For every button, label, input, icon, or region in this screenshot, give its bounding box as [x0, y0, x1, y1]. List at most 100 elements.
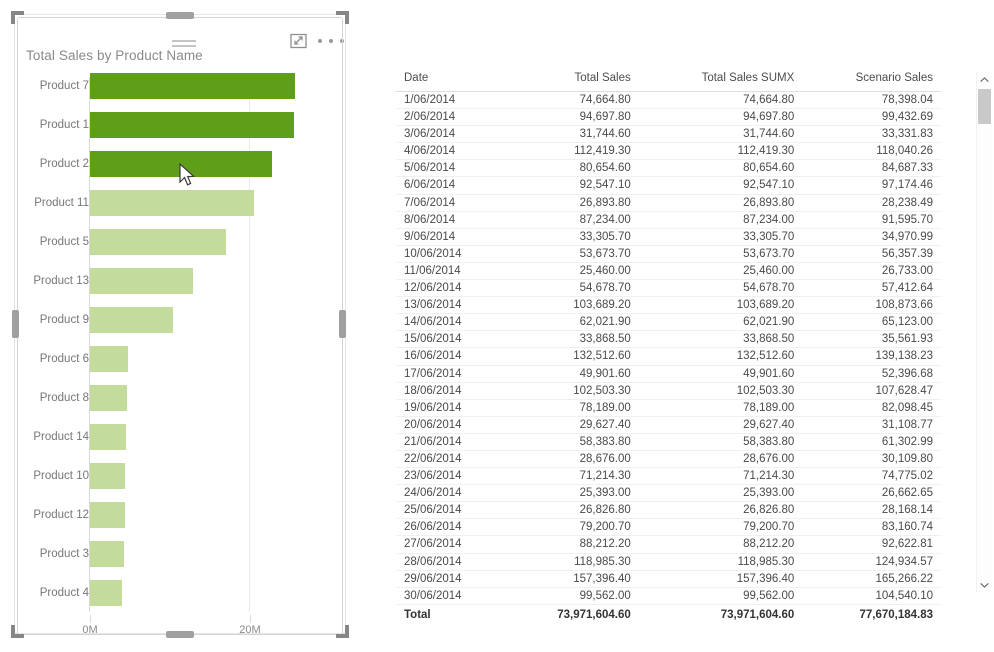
bar-row[interactable]: Product 8: [15, 378, 347, 417]
table-row[interactable]: 16/06/2014 132,512.60 132,512.60 139,138.23: [396, 348, 941, 365]
bar-row[interactable]: Product 13: [15, 262, 347, 301]
bar-row[interactable]: Product 9: [15, 301, 347, 340]
bar-row[interactable]: Product 4: [15, 573, 347, 612]
table-row[interactable]: 7/06/2014 26,893.80 26,893.80 28,238.49: [396, 194, 941, 212]
column-header-total-sales[interactable]: Total Sales: [509, 68, 639, 92]
table-row[interactable]: 20/06/2014 29,627.40 29,627.40 31,108.77: [396, 416, 941, 434]
cell-scenario-sales: 61,302.99: [881, 435, 933, 448]
table-row[interactable]: 2/06/2014 94,697.80 94,697.80 99,432.69: [396, 109, 941, 126]
bar[interactable]: [90, 540, 124, 567]
cell-total-sales-sumx: 132,512.60: [736, 350, 795, 363]
table-row[interactable]: 21/06/2014 58,383.80 58,383.80 61,302.99: [396, 433, 941, 451]
table-row[interactable]: 4/06/2014 112,419.30 112,419.30 118,040.26: [396, 143, 941, 160]
bar[interactable]: [90, 229, 226, 256]
table-row[interactable]: 3/06/2014 31,744.60 31,744.60 33,331.83: [396, 126, 941, 143]
table-row[interactable]: 28/06/2014 118,985.30 118,985.30 124,934.57: [396, 553, 941, 571]
bar[interactable]: [90, 190, 254, 217]
cell-total-sales-sumx: 49,901.60: [743, 367, 795, 380]
chevron-down-icon[interactable]: [977, 577, 992, 592]
cell-total-sales-sumx: 157,396.40: [736, 572, 795, 585]
cell-total-sales: 118,985.30: [574, 555, 631, 568]
bar-row[interactable]: Product 10: [15, 456, 347, 495]
bar[interactable]: [90, 73, 295, 100]
resize-handle-top[interactable]: [166, 12, 194, 19]
category-label: Product 1: [39, 119, 89, 132]
bar[interactable]: [90, 307, 174, 334]
table-row[interactable]: 15/06/2014 33,868.50 33,868.50 35,561.93: [396, 331, 941, 348]
cell-total-sales: 157,396.40: [573, 572, 631, 585]
cell-scenario-sales: 118,040.26: [876, 145, 933, 158]
table-row[interactable]: 19/06/2014 78,189.00 78,189.00 82,098.45: [396, 399, 941, 417]
cell-date: 21/06/2014: [404, 435, 462, 448]
table-row[interactable]: 24/06/2014 25,393.00 25,393.00 26,662.65: [396, 485, 941, 502]
table-row[interactable]: 5/06/2014 80,654.60 80,654.60 84,687.33: [396, 160, 941, 177]
table-row[interactable]: 6/06/2014 92,547.10 92,547.10 97,174.46: [396, 177, 941, 195]
table-row[interactable]: 10/06/2014 53,673.70 53,673.70 56,357.39: [396, 245, 941, 263]
resize-handle-bottom-right[interactable]: [336, 625, 349, 638]
resize-handle-right[interactable]: [339, 310, 346, 338]
resize-handle-top-right[interactable]: [336, 11, 349, 24]
table-row[interactable]: 9/06/2014 33,305.70 33,305.70 34,970.99: [396, 228, 941, 246]
cell-total-sales: 29,627.40: [579, 418, 631, 431]
bar-row[interactable]: Product 14: [15, 417, 347, 456]
table-row[interactable]: 23/06/2014 71,214.30 71,214.30 74,775.02: [396, 468, 941, 485]
cell-total-sales-sumx: 118,985.30: [737, 555, 795, 568]
cell-total-sales: 28,676.00: [579, 452, 631, 465]
cell-scenario-sales: 165,266.22: [875, 572, 933, 585]
cell-date: 7/06/2014: [404, 196, 456, 209]
table-row[interactable]: 8/06/2014 87,234.00 87,234.00 91,595.70: [396, 211, 941, 229]
bar[interactable]: [90, 423, 126, 450]
table-row[interactable]: 17/06/2014 49,901.60 49,901.60 52,396.68: [396, 365, 941, 383]
column-header-scenario-sales[interactable]: Scenario Sales: [802, 68, 941, 92]
table-row[interactable]: 22/06/2014 28,676.00 28,676.00 30,109.80: [396, 450, 941, 468]
table-row[interactable]: 12/06/2014 54,678.70 54,678.70 57,412.64: [396, 280, 941, 297]
bar-row[interactable]: Product 12: [15, 495, 347, 534]
bar-row[interactable]: Product 3: [15, 534, 347, 573]
table-visual[interactable]: Date Total Sales Total Sales SUMX Scenar…: [396, 68, 941, 621]
bar[interactable]: [90, 579, 122, 606]
table-row[interactable]: 1/06/2014 74,664.80 74,664.80 78,398.04: [396, 92, 941, 109]
table-row[interactable]: 27/06/2014 88,212.20 88,212.20 92,622.81: [396, 536, 941, 554]
plot-area[interactable]: Product 7 Product 1 Product 2 Product 11 Pro…: [15, 67, 347, 612]
cell-total-sales-sumx: 26,826.80: [743, 504, 795, 517]
category-label: Product 7: [39, 80, 89, 93]
scrollbar-thumb[interactable]: [978, 89, 991, 124]
table-row[interactable]: 13/06/2014 103,689.20 103,689.20 108,873.66: [396, 297, 941, 314]
resize-handle-bottom-left[interactable]: [11, 625, 24, 638]
cell-total-sales-sumx: 62,021.90: [743, 316, 795, 329]
bar[interactable]: [90, 268, 194, 295]
table-row[interactable]: 30/06/2014 99,562.00 99,562.00 104,540.10: [396, 587, 941, 605]
mouse-cursor: [178, 162, 196, 193]
bar-row[interactable]: Product 5: [15, 223, 347, 262]
page-scrollbar[interactable]: [976, 72, 991, 592]
column-header-date[interactable]: Date: [396, 68, 510, 92]
bar[interactable]: [90, 384, 127, 411]
resize-handle-left[interactable]: [12, 310, 19, 338]
table-row[interactable]: 26/06/2014 79,200.70 79,200.70 83,160.74: [396, 519, 941, 536]
cell-date: 10/06/2014: [404, 247, 462, 260]
bar-chart-visual[interactable]: Total Sales by Product Name Product 7 Pro…: [14, 14, 347, 636]
cell-scenario-sales: 83,160.74: [881, 521, 933, 534]
bar-row[interactable]: Product 1: [15, 106, 347, 145]
bar[interactable]: [90, 462, 126, 489]
total-cell-date: Total: [404, 608, 431, 621]
table-row[interactable]: 18/06/2014 102,503.30 102,503.30 107,628.47: [396, 382, 941, 400]
cell-total-sales: 62,021.90: [579, 316, 631, 329]
column-header-total-sales-sumx[interactable]: Total Sales SUMX: [638, 68, 803, 92]
resize-handle-bottom[interactable]: [166, 631, 194, 638]
resize-handle-top-left[interactable]: [11, 11, 24, 24]
more-options-icon[interactable]: [318, 33, 344, 49]
bar[interactable]: [90, 501, 126, 528]
table-row[interactable]: 25/06/2014 26,826.80 26,826.80 28,168.14: [396, 502, 941, 519]
bar[interactable]: [90, 345, 129, 372]
bar[interactable]: [90, 112, 294, 139]
category-label: Product 14: [33, 430, 89, 443]
table-row[interactable]: 29/06/2014 157,396.40 157,396.40 165,266.22: [396, 570, 941, 588]
table-row[interactable]: 14/06/2014 62,021.90 62,021.90 65,123.00: [396, 314, 941, 331]
chevron-up-icon[interactable]: [977, 72, 992, 87]
table-row[interactable]: 11/06/2014 25,460.00 25,460.00 26,733.00: [396, 262, 941, 280]
bar-row[interactable]: Product 6: [15, 340, 347, 379]
cell-total-sales: 88,212.20: [579, 538, 631, 551]
bar-row[interactable]: Product 7: [15, 67, 347, 106]
focus-mode-icon[interactable]: [289, 31, 309, 51]
